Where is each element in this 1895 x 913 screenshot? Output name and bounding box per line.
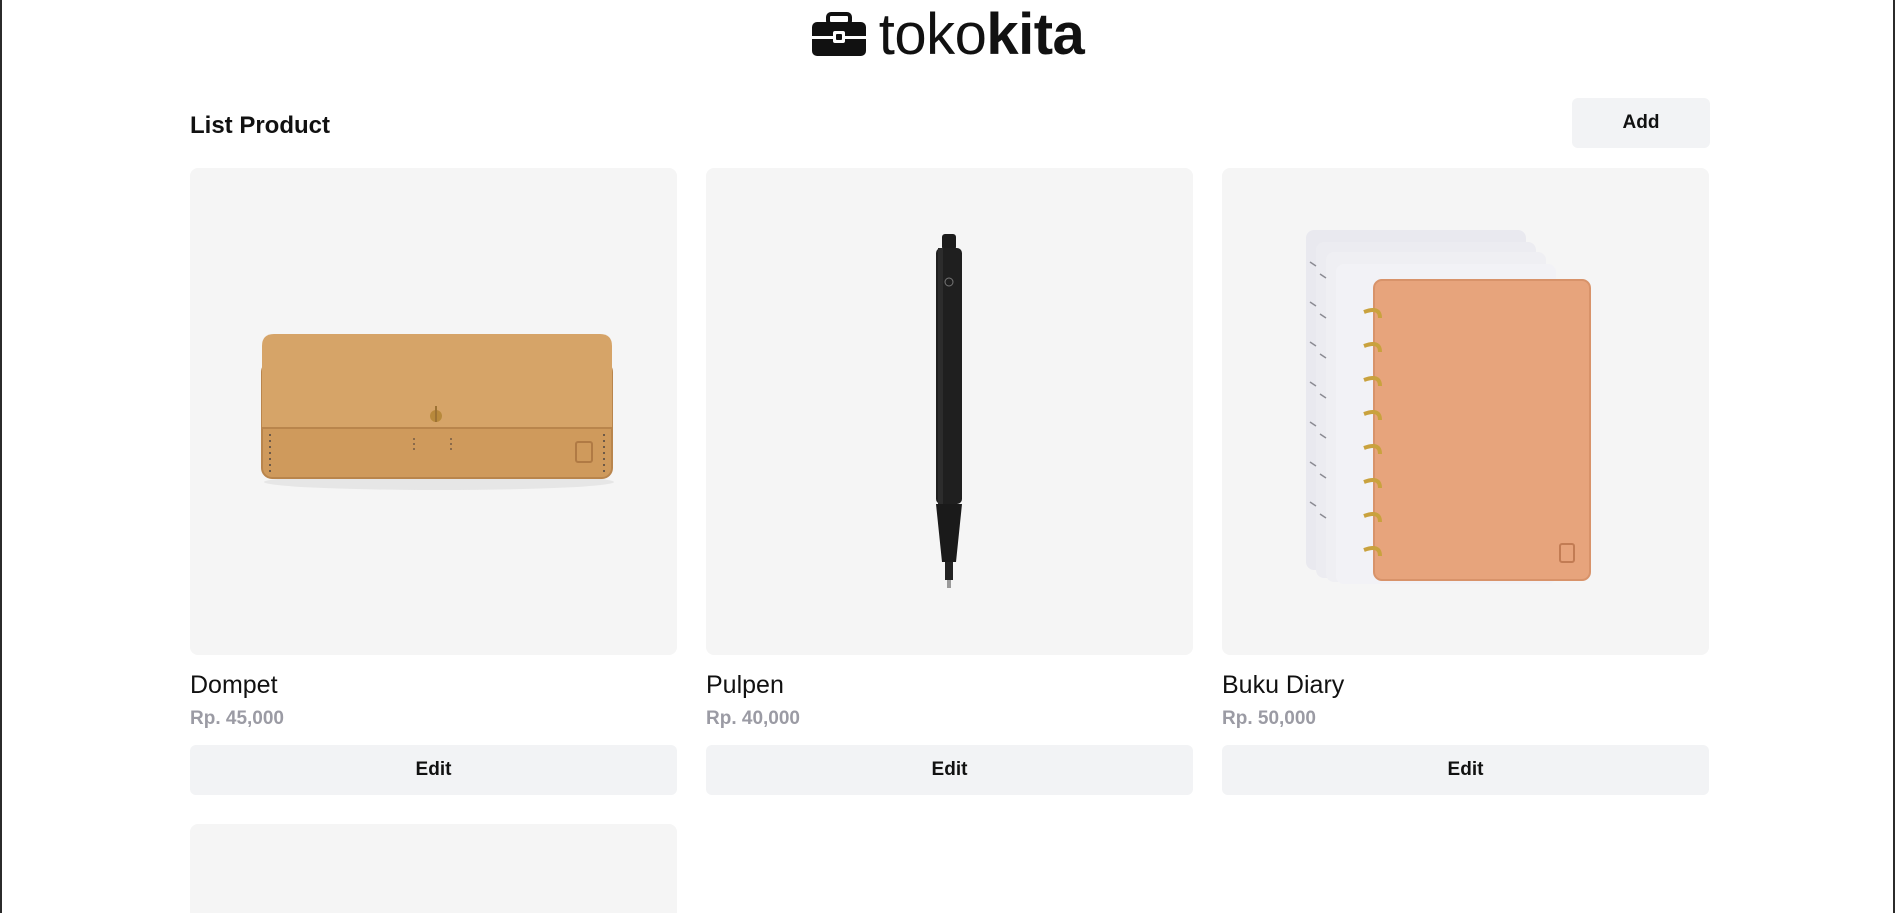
brand-logo[interactable]: tokokita	[2, 6, 1893, 64]
product-price: Rp. 50,000	[1222, 708, 1316, 729]
product-price: Rp. 40,000	[706, 708, 800, 729]
product-image-placeholder[interactable]	[190, 824, 677, 913]
product-image-notebook[interactable]	[1222, 168, 1709, 655]
edit-product-button[interactable]: Edit	[190, 745, 677, 795]
page-title: List Product	[190, 112, 331, 139]
wallet-image	[260, 333, 614, 490]
product-image-pen[interactable]	[706, 168, 1193, 655]
product-card	[190, 824, 677, 913]
product-name: Buku Diary	[1222, 671, 1345, 699]
product-price: Rp. 45,000	[190, 708, 284, 729]
brand-name-light: toko	[878, 2, 987, 67]
product-grid: Dompet Rp. 45,000 Edit Pulpen Rp. 40,000…	[190, 168, 1710, 913]
edit-product-button[interactable]: Edit	[1222, 745, 1709, 795]
product-card: Dompet Rp. 45,000 Edit	[190, 168, 677, 795]
product-card: Pulpen Rp. 40,000 Edit	[706, 168, 1193, 795]
brand-name: tokokita	[879, 6, 1085, 64]
edit-product-button[interactable]: Edit	[706, 745, 1193, 795]
list-header: List Product Add	[190, 98, 1710, 148]
notebook-image	[1305, 229, 1591, 584]
pen-image	[935, 233, 962, 588]
product-card: Buku Diary Rp. 50,000 Edit	[1222, 168, 1709, 795]
add-product-button[interactable]: Add	[1572, 98, 1710, 148]
toolbox-icon	[811, 12, 866, 56]
product-image-wallet[interactable]	[190, 168, 677, 655]
product-name: Dompet	[190, 671, 278, 699]
brand-name-bold: kita	[986, 2, 1085, 67]
product-name: Pulpen	[706, 671, 784, 699]
app-window: tokokita List Product Add Dompet Rp. 45,…	[0, 0, 1895, 913]
